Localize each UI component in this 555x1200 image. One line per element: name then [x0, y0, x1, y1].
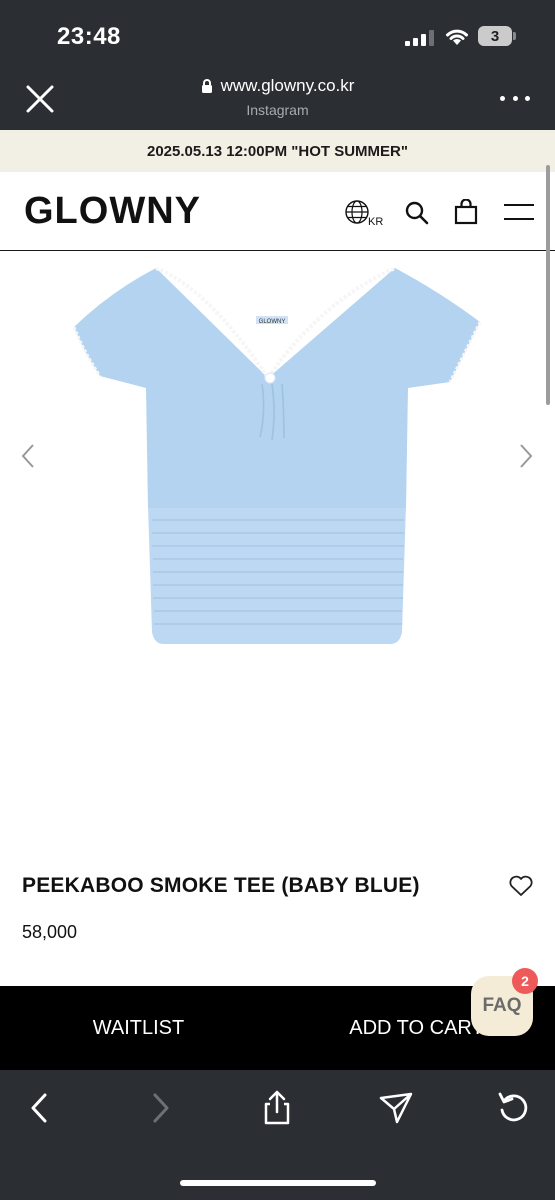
product-image[interactable]: GLOWNY	[0, 252, 555, 692]
back-icon[interactable]	[22, 1090, 58, 1126]
chevron-right-icon[interactable]	[516, 442, 536, 470]
share-icon[interactable]	[259, 1090, 295, 1126]
status-bar: 23:48 3	[0, 0, 555, 70]
waitlist-button[interactable]: WAITLIST	[0, 986, 277, 1070]
wifi-icon	[446, 29, 468, 45]
cellular-signal-icon	[405, 30, 434, 46]
url-source: Instagram	[246, 102, 309, 118]
announcement-banner[interactable]: 2025.05.13 12:00PM "HOT SUMMER"	[0, 130, 555, 172]
site-header: GLOWNY KR	[0, 172, 555, 251]
menu-icon[interactable]	[504, 202, 534, 222]
chevron-left-icon[interactable]	[18, 442, 38, 470]
status-time: 23:48	[57, 23, 121, 50]
battery-indicator: 3	[478, 26, 516, 48]
refresh-icon[interactable]	[496, 1090, 532, 1126]
forward-icon[interactable]	[142, 1090, 178, 1126]
product-price: 58,000	[22, 922, 78, 942]
close-icon[interactable]	[22, 81, 58, 117]
home-indicator[interactable]	[180, 1180, 376, 1186]
url-display[interactable]: www.glowny.co.kr Instagram	[140, 76, 415, 118]
lock-icon	[201, 79, 212, 93]
more-icon[interactable]	[500, 88, 530, 108]
region-label: KR	[368, 216, 384, 228]
product-label-tag: GLOWNY	[259, 319, 286, 325]
bag-icon[interactable]	[454, 199, 478, 225]
heart-icon[interactable]	[508, 874, 534, 898]
site-logo[interactable]: GLOWNY	[24, 190, 201, 233]
browser-bar: www.glowny.co.kr Instagram	[0, 70, 555, 130]
product-name: PEEKABOO SMOKE TEE (BABY BLUE)	[22, 874, 420, 897]
language-selector[interactable]: KR	[344, 199, 386, 231]
battery-level: 3	[478, 26, 512, 46]
search-icon[interactable]	[404, 200, 430, 226]
faq-badge: 2	[512, 968, 538, 994]
url-text: www.glowny.co.kr	[220, 76, 355, 95]
globe-icon	[345, 200, 369, 224]
tee-illustration: GLOWNY	[72, 264, 482, 644]
send-icon[interactable]	[378, 1090, 414, 1126]
